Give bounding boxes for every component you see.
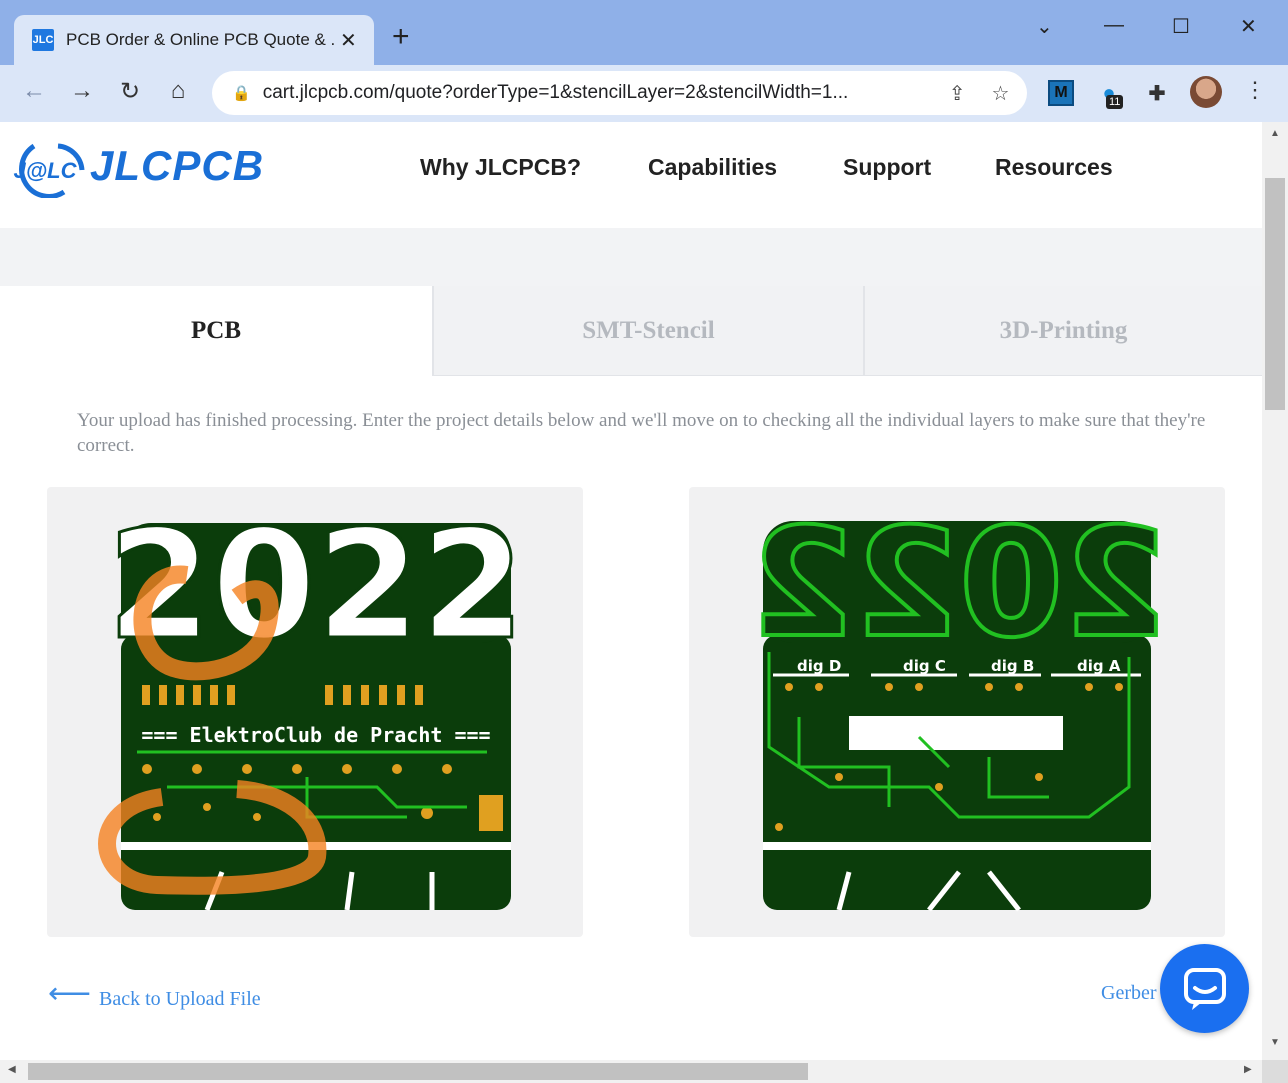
page-viewport: J@LC JLCPCB Why JLCPCB? Capabilities Sup…: [0, 122, 1262, 1060]
horizontal-scrollbar[interactable]: ◀ ▶: [0, 1060, 1262, 1083]
nav-capabilities[interactable]: Capabilities: [648, 154, 777, 181]
address-bar[interactable]: 🔒 cart.jlcpcb.com/quote?orderType=1&sten…: [212, 71, 1027, 115]
nav-resources[interactable]: Resources: [995, 154, 1113, 181]
back-to-upload-link[interactable]: ⟵ Back to Upload File: [48, 977, 261, 1017]
scroll-up-icon[interactable]: ▲: [1270, 128, 1280, 139]
nav-why-jlcpcb[interactable]: Why JLCPCB?: [420, 154, 581, 181]
site-header: J@LC JLCPCB Why JLCPCB? Capabilities Sup…: [0, 122, 1262, 228]
header-spacer: [0, 228, 1262, 286]
logo-wordmark[interactable]: JLCPCB: [90, 142, 264, 190]
svg-text:2022: 2022: [750, 497, 1167, 671]
scroll-right-icon[interactable]: ▶: [1244, 1064, 1252, 1075]
gerber-viewer-link[interactable]: Gerber: [1101, 982, 1157, 1005]
service-tabs: PCB SMT-Stencil 3D-Printing: [0, 286, 1262, 376]
extensions-puzzle-icon[interactable]: ✚: [1144, 80, 1170, 106]
tab-title: PCB Order & Online PCB Quote & ...: [66, 30, 334, 49]
close-window-icon[interactable]: ✕: [1240, 14, 1257, 39]
svg-text:dig D: dig D: [797, 657, 841, 675]
nav-support[interactable]: Support: [843, 154, 931, 181]
browser-tab[interactable]: JLC PCB Order & Online PCB Quote & ... ✕: [14, 15, 374, 65]
svg-text:J@LC: J@LC: [13, 158, 77, 183]
pcb-top-image: 2022 === ElektroClub de Pracht ===: [98, 498, 526, 911]
reload-icon[interactable]: ↻: [114, 77, 146, 106]
live-chat-button[interactable]: [1160, 944, 1249, 1033]
svg-text:2022: 2022: [107, 499, 524, 673]
left-arrow-icon: ⟵: [48, 977, 92, 1010]
tab-pcb[interactable]: PCB: [0, 286, 432, 376]
tab-search-chevron-icon[interactable]: ⌄: [1036, 14, 1053, 39]
back-to-upload-label: Back to Upload File: [99, 988, 261, 1010]
browser-chrome: JLC PCB Order & Online PCB Quote & ... ✕…: [0, 0, 1288, 122]
browser-menu-icon[interactable]: ⋮: [1244, 77, 1266, 103]
url-text[interactable]: cart.jlcpcb.com/quote?orderType=1&stenci…: [263, 82, 923, 104]
chat-bubble-icon: [1183, 967, 1226, 1010]
tab-smt-stencil[interactable]: SMT-Stencil: [432, 286, 863, 376]
new-tab-icon[interactable]: +: [392, 22, 410, 52]
share-icon[interactable]: ⇪: [949, 81, 966, 106]
forward-arrow-icon[interactable]: →: [66, 77, 98, 105]
pcb-top-preview[interactable]: 2022 === ElektroClub de Pracht ===: [47, 487, 583, 937]
back-arrow-icon[interactable]: ←: [18, 77, 50, 105]
minimize-icon[interactable]: —: [1104, 14, 1124, 37]
svg-text:dig B: dig B: [991, 657, 1034, 675]
browser-toolbar: ← → ↻ ⌂ 🔒 cart.jlcpcb.com/quote?orderTyp…: [0, 65, 1288, 122]
scroll-down-icon[interactable]: ▼: [1270, 1037, 1280, 1048]
tab-close-icon[interactable]: ✕: [340, 28, 357, 53]
profile-avatar[interactable]: [1190, 76, 1222, 108]
home-icon[interactable]: ⌂: [162, 77, 194, 105]
pcb-bottom-preview[interactable]: 2022 dig D dig C dig B dig A: [689, 487, 1225, 937]
m-extension-icon[interactable]: M: [1048, 80, 1074, 106]
upload-notice: Your upload has finished processing. Ent…: [77, 410, 1206, 456]
scrollbar-corner: [1262, 1060, 1288, 1083]
maximize-icon[interactable]: ☐: [1172, 14, 1190, 39]
svg-text:dig C: dig C: [903, 657, 946, 675]
scroll-left-icon[interactable]: ◀: [8, 1064, 16, 1075]
svg-text:=== ElektroClub de Pracht ===: === ElektroClub de Pracht ===: [141, 723, 490, 747]
svg-text:dig A: dig A: [1077, 657, 1121, 675]
jlc-logo-icon[interactable]: J@LC: [4, 140, 86, 198]
vertical-scroll-thumb[interactable]: [1265, 178, 1285, 410]
jlc-favicon-icon: JLC: [32, 29, 54, 51]
tab-3d-printing[interactable]: 3D-Printing: [863, 286, 1262, 376]
pcb-bottom-image: 2022 dig D dig C dig B dig A: [748, 495, 1170, 912]
lock-icon: 🔒: [232, 85, 251, 102]
extension-badge: 11: [1106, 95, 1124, 109]
vertical-scrollbar[interactable]: ▲ ▼: [1262, 122, 1288, 1060]
horizontal-scroll-thumb[interactable]: [28, 1063, 808, 1080]
bookmark-star-icon[interactable]: ☆: [991, 81, 1009, 106]
